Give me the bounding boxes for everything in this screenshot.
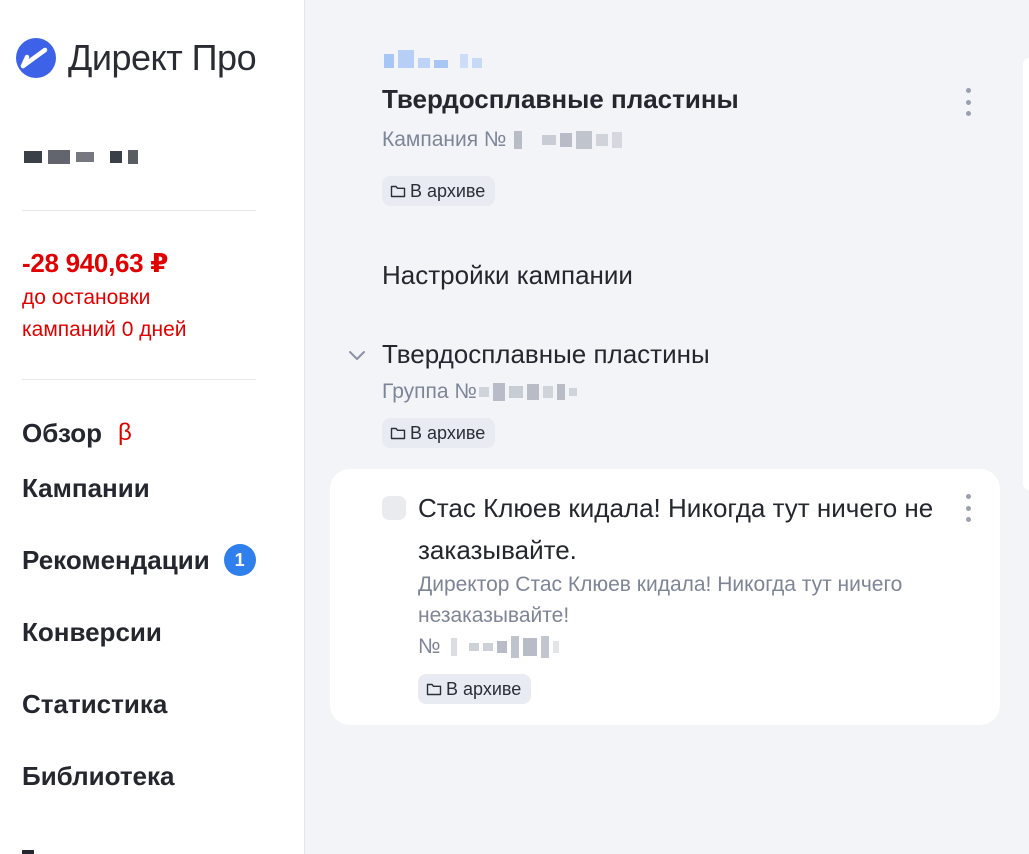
beta-badge: β [117,419,132,446]
status-label: В архиве [410,422,486,443]
group-title[interactable]: Твердосплавные пластины [382,339,710,370]
divider [22,210,256,211]
main-panel: Твердосплавные пластины Кампания № В арх… [306,0,1029,854]
balance-block[interactable]: -28 940,63 ₽ до остановки кампаний 0 дне… [22,246,186,346]
folder-icon [390,185,406,198]
sidebar-item-recommendations[interactable]: Рекомендации 1 [22,524,256,596]
ad-number-redacted [450,636,559,658]
sidebar-item-campaigns[interactable]: Кампании [22,452,256,524]
sidebar-item-overview[interactable]: Обзор β [22,414,256,452]
app-window: Директ Про -28 940,63 ₽ до остановки кам… [0,0,1029,854]
chevron-down-icon[interactable] [346,344,368,366]
sidebar-item-label: Обзор [22,417,102,448]
ad-number: № [418,635,559,659]
ad-number-label: № [418,635,441,658]
group-status-badge: В архиве [382,418,496,448]
ad-title[interactable]: Стас Клюев кидала! Никогда тут ничего не… [418,487,938,571]
ad-status-badge: В архиве [418,674,532,704]
sidebar-item-label: Рекомендации [22,544,210,575]
status-label: В архиве [410,180,486,201]
status-label: В архиве [446,678,522,699]
campaign-settings-link[interactable]: Настройки кампании [382,260,633,291]
sidebar-item-label: Библиотека [22,760,175,791]
ad-select-checkbox[interactable] [382,496,406,520]
sidebar: Директ Про -28 940,63 ₽ до остановки кам… [0,0,305,854]
notification-count-badge: 1 [223,544,256,576]
sidebar-item-label: Кампании [22,472,150,503]
sidebar-item-conversions[interactable]: Конверсии [22,596,256,668]
brand-name: Директ Про [68,37,257,78]
ad-text: Директор Стас Клюев кидала! Никогда тут … [418,573,903,627]
campaign-number-label: Кампания № [382,128,507,151]
campaign-status-badge: В архиве [382,176,496,206]
group-number-label: Группа № [382,380,477,403]
balance-note-line2: кампаний 0 дней [22,318,187,341]
sidebar-item-label: Статистика [22,688,168,719]
logo[interactable]: Директ Про [14,36,257,80]
account-name-redacted [24,148,138,166]
sidebar-item-statistics[interactable]: Статистика [22,668,256,740]
ad-menu-button[interactable] [956,492,980,524]
group-number-redacted [478,383,577,401]
campaign-menu-button[interactable] [956,86,980,118]
sidebar-item-cut-off[interactable] [22,844,58,854]
direct-logo-icon [16,38,56,78]
balance-amount: -28 940,63 ₽ [22,248,169,278]
campaign-number: Кампания № [382,128,623,152]
kebab-vertical-icon [965,494,971,499]
folder-icon [390,427,406,440]
divider [22,379,256,380]
folder-icon [426,683,442,696]
balance-note-line1: до остановки [22,286,151,309]
sidebar-item-library[interactable]: Библиотека [22,740,256,812]
breadcrumb-redacted[interactable] [384,46,482,68]
campaign-title[interactable]: Твердосплавные пластины [382,84,739,115]
sidebar-item-label: Конверсии [22,616,162,647]
group-number: Группа № [382,380,577,404]
kebab-vertical-icon [965,88,971,93]
ad-card[interactable]: Стас Клюев кидала! Никогда тут ничего не… [330,469,1000,725]
campaign-number-redacted [514,131,623,149]
adjacent-panel-edge [1023,58,1029,490]
sidebar-nav: Обзор β Кампании Рекомендации 1 Конверси… [22,414,256,812]
